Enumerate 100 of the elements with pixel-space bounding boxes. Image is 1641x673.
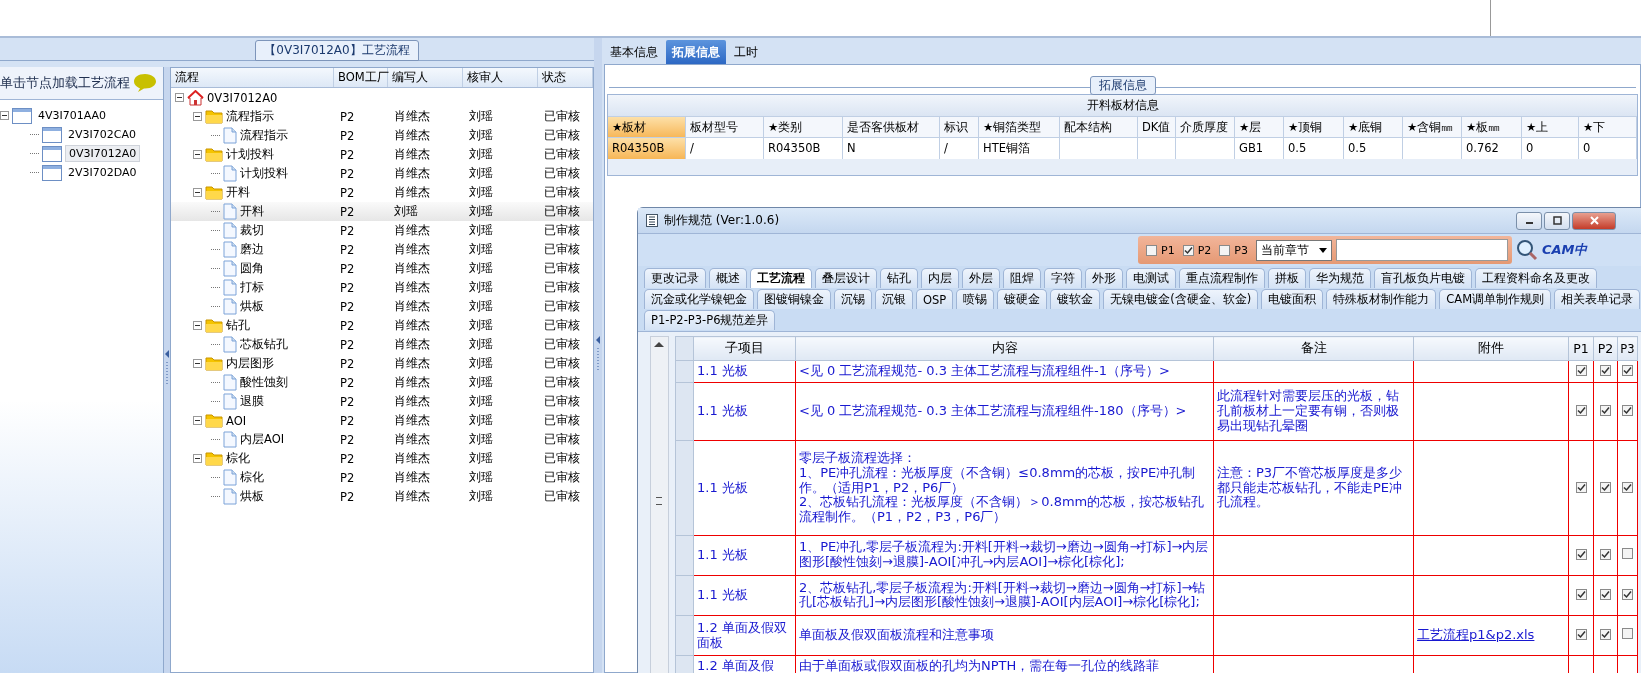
tree-item[interactable]: 2V3I702DA0	[65, 165, 140, 180]
grid-row[interactable]: 钻孔 P2 肖维杰 刘瑶 已审核	[171, 316, 593, 335]
collapse-icon[interactable]	[0, 111, 9, 120]
tab[interactable]: 重点流程制作	[1179, 268, 1265, 288]
checkbox[interactable]	[1600, 589, 1611, 600]
column-header[interactable]: 编写人	[388, 68, 463, 87]
tab[interactable]: 内层	[921, 268, 959, 288]
checkbox[interactable]	[1575, 405, 1587, 417]
tab[interactable]: 沉银	[875, 289, 913, 309]
grid-row[interactable]: 裁切 P2 肖维杰 刘瑶 已审核	[171, 221, 593, 240]
tab[interactable]: CAM调单制作规则	[1439, 289, 1552, 309]
collapse-icon[interactable]	[193, 112, 202, 121]
tab[interactable]: 工艺流程	[750, 268, 812, 288]
column-header[interactable]: 板材型号	[686, 116, 764, 138]
tab[interactable]: 钻孔	[880, 268, 918, 288]
column-header[interactable]: ★板材	[608, 116, 686, 138]
checkbox[interactable]	[1622, 364, 1633, 376]
checkbox[interactable]	[1600, 405, 1611, 417]
tab[interactable]: 图镀铜镍金	[757, 289, 831, 309]
tab[interactable]: 字符	[1044, 268, 1082, 288]
grid-row[interactable]: 开料 P2 肖维杰 刘瑶 已审核	[171, 183, 593, 202]
checkbox[interactable]	[1622, 628, 1633, 640]
tab[interactable]: 阻焊	[1003, 268, 1041, 288]
grid-row[interactable]: 打标 P2 肖维杰 刘瑶 已审核	[171, 278, 593, 297]
tab[interactable]: P1-P2-P3-P6规范差异	[644, 310, 776, 330]
grid-row[interactable]: 流程指示 P2 肖维杰 刘瑶 已审核	[171, 126, 593, 145]
column-header[interactable]: 子项目	[693, 336, 796, 361]
tab[interactable]: 沉锡	[834, 289, 872, 309]
checkbox[interactable]	[1600, 481, 1611, 493]
column-header[interactable]: 流程	[171, 68, 334, 87]
tab[interactable]: 沉金或化学镍钯金	[644, 289, 754, 309]
checkbox[interactable]	[1622, 589, 1633, 600]
checkbox[interactable]	[1575, 589, 1587, 600]
tab[interactable]: 镀软金	[1050, 289, 1101, 309]
tab[interactable]: OSP	[916, 289, 954, 309]
column-header[interactable]: 内容	[795, 336, 1214, 361]
tab[interactable]: 基本信息	[604, 40, 664, 64]
column-header[interactable]: ★上	[1522, 116, 1579, 138]
column-header[interactable]: P3	[1617, 336, 1638, 361]
column-header[interactable]: BOM工厂	[334, 68, 388, 87]
column-header[interactable]: 标识	[940, 116, 979, 138]
tab[interactable]: 更改记录	[644, 268, 706, 288]
column-header[interactable]: ★底铜	[1344, 116, 1403, 138]
tab[interactable]: 无镍电镀金(含硬金、软金)	[1103, 289, 1259, 309]
grid-row[interactable]: 流程指示 P2 肖维杰 刘瑶 已审核	[171, 107, 593, 126]
search-field[interactable]	[1335, 239, 1508, 261]
tab[interactable]: 工时	[728, 40, 764, 64]
grid-row[interactable]: 开料 P2 刘瑶 刘瑶 已审核	[171, 202, 593, 221]
tab[interactable]: 外形	[1085, 268, 1123, 288]
column-header[interactable]: ★下	[1579, 116, 1637, 138]
grid-row[interactable]: AOI P2 肖维杰 刘瑶 已审核	[171, 411, 593, 430]
grid-row[interactable]: 棕化 P2 肖维杰 刘瑶 已审核	[171, 468, 593, 487]
column-header[interactable]: DK值	[1138, 116, 1176, 138]
grid-row[interactable]: 烘板 P2 肖维杰 刘瑶 已审核	[171, 297, 593, 316]
close-button[interactable]	[1572, 211, 1616, 230]
tree-item[interactable]: 0V3I7012A0	[65, 145, 141, 162]
grid-row[interactable]: 计划投料 P2 肖维杰 刘瑶 已审核	[171, 145, 593, 164]
tab[interactable]: 特殊板材制作能力	[1326, 289, 1437, 309]
checkbox[interactable]	[1600, 548, 1611, 560]
tab[interactable]: 电测试	[1126, 268, 1176, 288]
column-header[interactable]: ★铜箔类型	[979, 116, 1060, 138]
grid-row[interactable]: 圆角 P2 肖维杰 刘瑶 已审核	[171, 259, 593, 278]
column-header[interactable]: 配本结构	[1060, 116, 1138, 138]
tab[interactable]: 镀硬金	[997, 289, 1048, 309]
grid-row[interactable]: 计划投料 P2 肖维杰 刘瑶 已审核	[171, 164, 593, 183]
grid-row[interactable]: 内层图形 P2 肖维杰 刘瑶 已审核	[171, 354, 593, 373]
tab[interactable]: 华为规范	[1309, 268, 1371, 288]
grid-row[interactable]: 退膜 P2 肖维杰 刘瑶 已审核	[171, 392, 593, 411]
tab[interactable]: 盲孔板负片电镀	[1374, 268, 1472, 288]
tab[interactable]: 拼板	[1268, 268, 1306, 288]
tab[interactable]: 喷锡	[956, 289, 995, 309]
tab[interactable]: 相关表单记录	[1554, 289, 1641, 309]
checkbox[interactable]	[1182, 244, 1194, 256]
column-header[interactable]: ★顶铜	[1284, 116, 1344, 138]
column-header[interactable]: ★层	[1235, 116, 1284, 138]
minimize-button[interactable]	[1516, 211, 1542, 230]
checkbox[interactable]	[1575, 548, 1587, 560]
column-header[interactable]: ★类别	[764, 116, 843, 138]
chapter-dropdown[interactable]: 当前章节	[1255, 239, 1332, 261]
collapse-icon[interactable]	[193, 321, 202, 330]
column-header[interactable]: 备注	[1213, 336, 1414, 361]
grid-row[interactable]: 0V3I7012A0	[171, 88, 593, 107]
column-header[interactable]: 附件	[1413, 336, 1569, 361]
checkbox[interactable]	[1622, 405, 1633, 417]
grid-row[interactable]: 烘板 P2 肖维杰 刘瑶 已审核	[171, 487, 593, 506]
collapse-icon[interactable]	[193, 150, 202, 159]
tab[interactable]: 拓展信息	[666, 40, 726, 64]
column-header[interactable]: P2	[1593, 336, 1618, 361]
column-header[interactable]: 状态	[538, 68, 593, 87]
search-icon[interactable]	[1515, 239, 1538, 261]
maximize-button[interactable]	[1544, 211, 1570, 230]
tree-item[interactable]: 2V3I702CA0	[65, 127, 139, 142]
column-header[interactable]: 介质厚度	[1176, 116, 1235, 138]
grid-row[interactable]: 酸性蚀刻 P2 肖维杰 刘瑶 已审核	[171, 373, 593, 392]
collapse-icon[interactable]	[193, 416, 202, 425]
checkbox[interactable]	[1622, 481, 1633, 493]
grid-row[interactable]: 内层AOI P2 肖维杰 刘瑶 已审核	[171, 430, 593, 449]
checkbox[interactable]	[1146, 244, 1157, 256]
tab[interactable]: 电镀面积	[1261, 289, 1324, 309]
column-header[interactable]: ★含铜㎜	[1403, 116, 1462, 138]
